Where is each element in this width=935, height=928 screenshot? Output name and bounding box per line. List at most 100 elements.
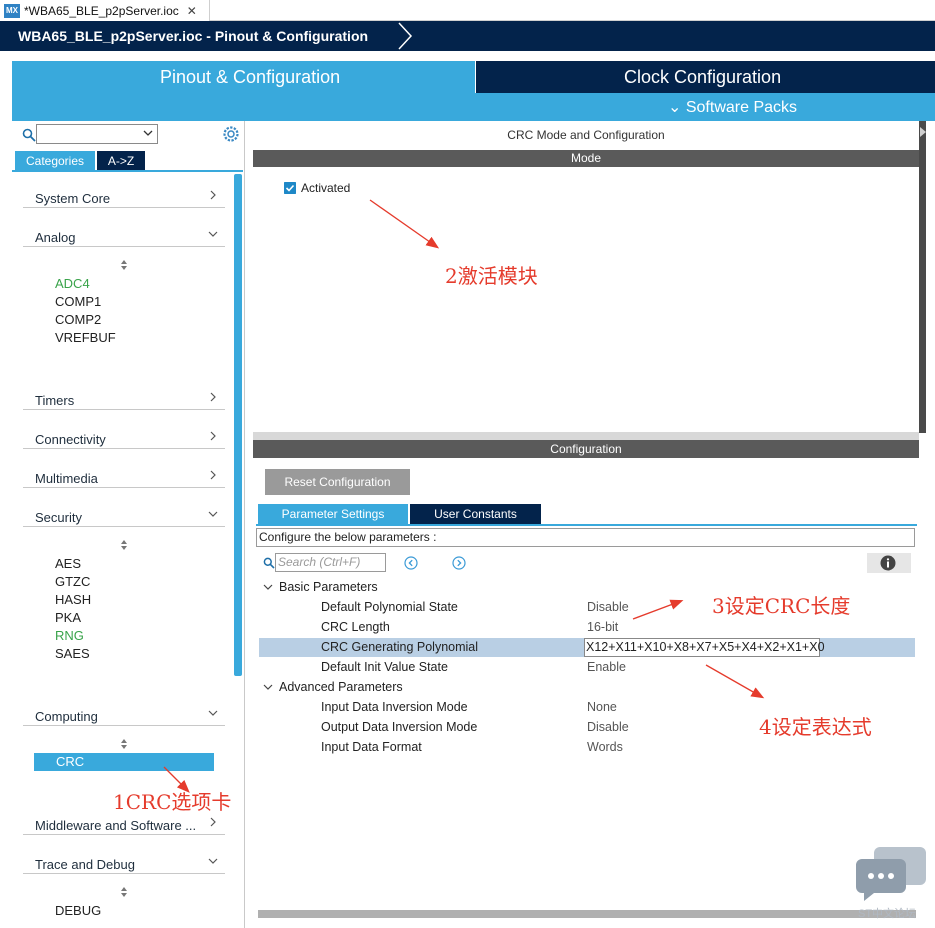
mode-panel-title: CRC Mode and Configuration — [507, 128, 665, 142]
panel-splitter[interactable] — [253, 432, 919, 440]
category-analog[interactable]: Analog — [23, 223, 225, 247]
category-label: Middleware and Software ... — [35, 818, 197, 833]
chat-bubble-icon — [856, 847, 926, 901]
chevron-down-icon — [143, 130, 153, 136]
gear-icon[interactable] — [222, 125, 240, 143]
chevron-right-icon — [210, 190, 216, 200]
param-name: CRC Length — [321, 620, 390, 634]
peripheral-hash[interactable]: HASH — [55, 592, 91, 607]
group-basic-parameters[interactable]: Basic Parameters — [279, 580, 378, 594]
category-label: Analog — [35, 230, 76, 245]
close-tab-icon[interactable]: ✕ — [187, 4, 197, 18]
peripheral-pka[interactable]: PKA — [55, 610, 81, 625]
annotation-set-expression: 4设定表达式 — [759, 715, 872, 739]
sort-updown-icon[interactable] — [119, 259, 129, 271]
param-value-input-data-format[interactable]: Words — [587, 740, 623, 754]
chevron-down-icon — [208, 858, 218, 864]
param-value-default-polynomial-state[interactable]: Disable — [587, 600, 629, 614]
expand-right-icon[interactable] — [920, 127, 926, 137]
category-label: Security — [35, 510, 82, 525]
category-label: Computing — [35, 709, 98, 724]
param-value-output-data-inversion-mode[interactable]: Disable — [587, 720, 629, 734]
sort-updown-icon[interactable] — [119, 886, 129, 898]
tab-pinout-configuration[interactable]: Pinout & Configuration — [12, 61, 475, 93]
tab-categories[interactable]: Categories — [15, 151, 95, 170]
peripheral-vrefbuf[interactable]: VREFBUF — [55, 330, 116, 345]
tab-pinout-label: Pinout & Configuration — [160, 67, 341, 87]
next-match-icon[interactable] — [452, 556, 466, 570]
stm32cubemx-icon: MX — [4, 3, 20, 18]
param-value-input-data-inversion-mode[interactable]: None — [587, 700, 617, 714]
left-scrollbar-thumb[interactable] — [234, 174, 242, 676]
tab-divider — [12, 170, 243, 172]
right-edge-scrollbar[interactable] — [919, 121, 926, 433]
editor-tab-ioc[interactable]: MX *WBA65_BLE_p2pServer.ioc ✕ — [0, 0, 210, 21]
horizontal-scrollbar[interactable] — [258, 910, 916, 918]
category-trace-debug[interactable]: Trace and Debug — [23, 850, 225, 874]
breadcrumb: WBA65_BLE_p2pServer.ioc - Pinout & Confi… — [0, 21, 935, 51]
annotation-set-crc-length: 3设定CRC长度 — [712, 594, 851, 618]
chevron-down-icon[interactable] — [263, 582, 273, 592]
category-connectivity[interactable]: Connectivity — [23, 425, 225, 449]
category-label: Timers — [35, 393, 75, 408]
annotation-activate-module: 2激活模块 — [445, 264, 538, 288]
group-advanced-parameters[interactable]: Advanced Parameters — [279, 680, 403, 694]
chevron-down-icon — [208, 231, 218, 237]
chevron-right-icon — [210, 392, 216, 402]
peripheral-debug[interactable]: DEBUG — [55, 903, 101, 918]
param-value-crc-generating-polynomial[interactable]: X12+X11+X10+X8+X7+X5+X4+X2+X1+X0 — [586, 640, 825, 654]
editor-tab-label: *WBA65_BLE_p2pServer.ioc — [24, 3, 179, 18]
reset-configuration-button[interactable]: Reset Configuration — [265, 469, 410, 495]
chevron-down-icon: ⌄ — [668, 99, 682, 116]
search-icon — [263, 557, 275, 569]
breadcrumb-title[interactable]: WBA65_BLE_p2pServer.ioc - Pinout & Confi… — [18, 28, 368, 44]
chevron-right-icon — [210, 431, 216, 441]
search-icon — [22, 128, 36, 142]
sort-updown-icon[interactable] — [119, 539, 129, 551]
peripheral-crc-selected[interactable]: CRC — [34, 753, 214, 771]
parameter-search-input[interactable]: Search (Ctrl+F) — [275, 553, 386, 572]
breadcrumb-arrow-icon — [398, 22, 413, 50]
category-label: Connectivity — [35, 432, 106, 447]
info-icon[interactable] — [880, 555, 896, 571]
peripheral-adc4[interactable]: ADC4 — [55, 276, 90, 291]
software-packs-menu[interactable]: ⌄ Software Packs — [668, 97, 797, 117]
tab-underline — [256, 524, 917, 526]
category-security[interactable]: Security — [23, 503, 225, 527]
param-value-crc-length[interactable]: 16-bit — [587, 620, 618, 634]
configure-hint: Configure the below parameters : — [256, 528, 915, 547]
param-name: Input Data Format — [321, 740, 422, 754]
editor-tab-strip: MX *WBA65_BLE_p2pServer.ioc ✕ — [0, 0, 935, 21]
tab-clock-label: Clock Configuration — [624, 67, 782, 87]
category-label: Trace and Debug — [35, 857, 135, 872]
category-label: System Core — [35, 191, 111, 206]
peripheral-comp2[interactable]: COMP2 — [55, 312, 101, 327]
category-computing[interactable]: Computing — [23, 702, 225, 726]
param-name: Input Data Inversion Mode — [321, 700, 468, 714]
category-system-core[interactable]: System Core — [23, 184, 225, 208]
tab-parameter-settings[interactable]: Parameter Settings — [258, 504, 408, 524]
watermark-text: ST中文论坛 — [858, 908, 917, 920]
peripheral-search-combo[interactable] — [36, 124, 158, 144]
peripheral-crc-label: CRC — [56, 754, 85, 769]
peripheral-comp1[interactable]: COMP1 — [55, 294, 101, 309]
category-multimedia[interactable]: Multimedia — [23, 464, 225, 488]
peripheral-saes[interactable]: SAES — [55, 646, 90, 661]
tab-clock-configuration[interactable]: Clock Configuration — [476, 61, 935, 93]
sort-updown-icon[interactable] — [119, 738, 129, 750]
chevron-down-icon — [208, 710, 218, 716]
tab-a-to-z[interactable]: A->Z — [97, 151, 145, 170]
peripheral-rng[interactable]: RNG — [55, 628, 84, 643]
previous-match-icon[interactable] — [404, 556, 418, 570]
chevron-down-icon[interactable] — [263, 682, 273, 692]
category-timers[interactable]: Timers — [23, 386, 225, 410]
mode-configuration-panel: CRC Mode and Configuration Mode Activate… — [253, 121, 919, 928]
peripheral-gtzc[interactable]: GTZC — [55, 574, 90, 589]
configuration-section-bar: Configuration — [253, 440, 919, 458]
activated-checkbox[interactable] — [284, 182, 296, 194]
param-name: Default Init Value State — [321, 660, 448, 674]
activated-label[interactable]: Activated — [301, 181, 350, 195]
peripheral-aes[interactable]: AES — [55, 556, 81, 571]
param-value-default-init-value-state[interactable]: Enable — [587, 660, 626, 674]
tab-user-constants[interactable]: User Constants — [410, 504, 541, 524]
